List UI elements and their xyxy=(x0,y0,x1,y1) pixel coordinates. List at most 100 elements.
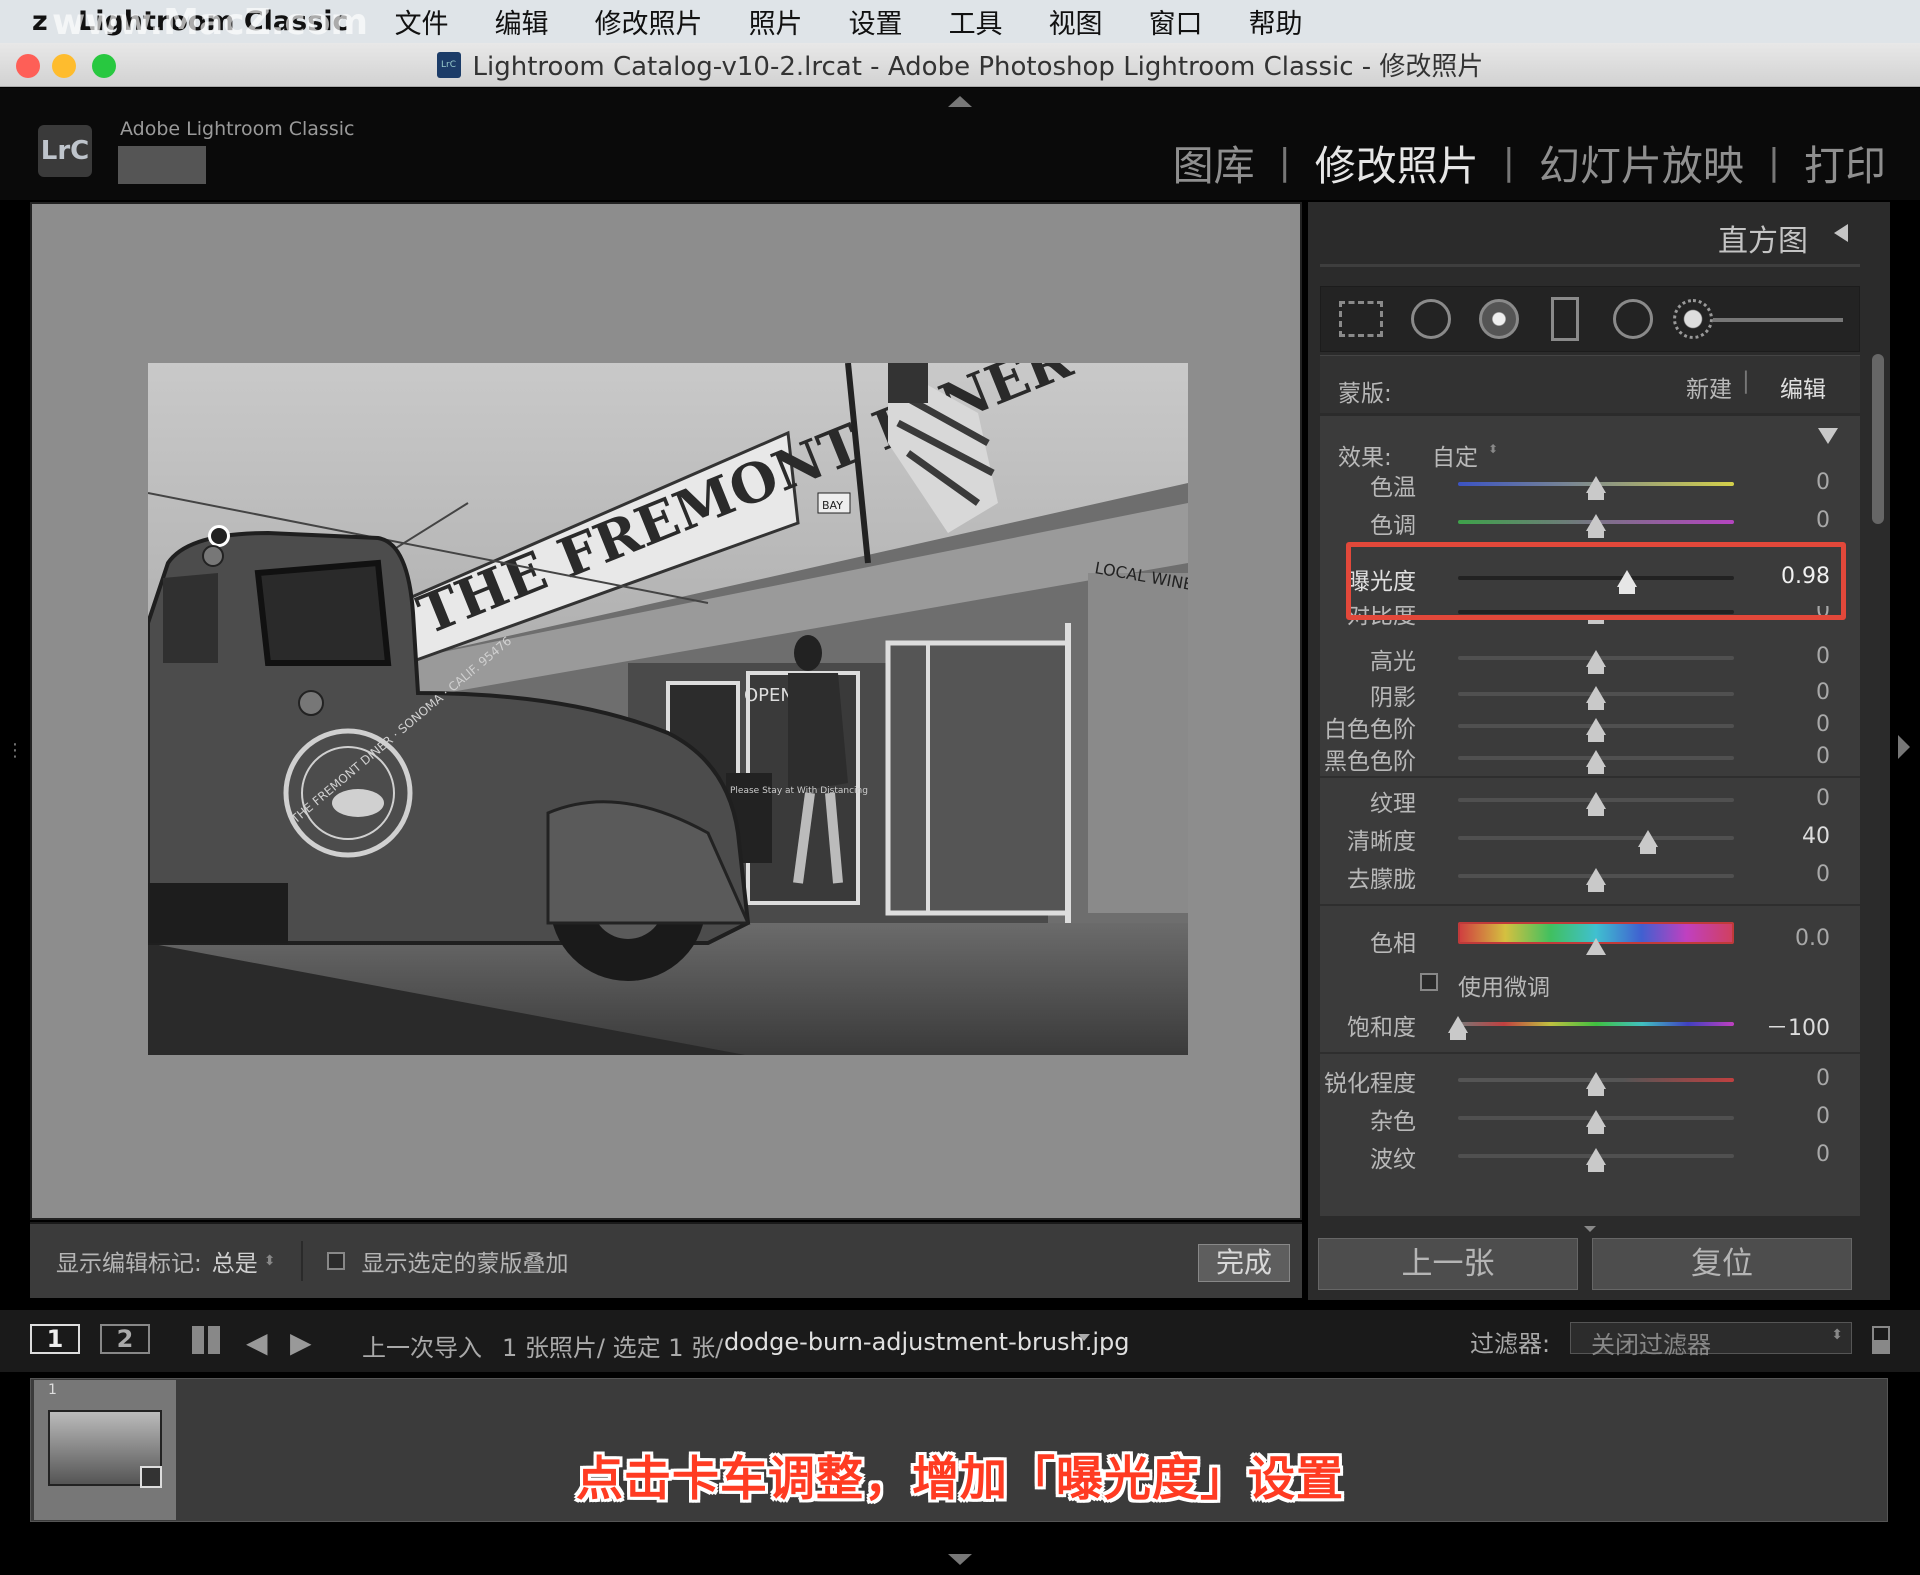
effect-panel-collapse-icon[interactable] xyxy=(1818,428,1838,444)
slider-thumb[interactable] xyxy=(1586,868,1606,885)
mask-new-button[interactable]: 新建 xyxy=(1686,370,1732,404)
menu-file[interactable]: 文件 xyxy=(395,2,449,41)
menu-edit[interactable]: 编辑 xyxy=(495,2,549,41)
slider-saturation[interactable]: 饱和度 －100 xyxy=(1320,1006,1860,1042)
slider-highlights[interactable]: 高光 0 xyxy=(1320,640,1860,676)
slider-thumb[interactable] xyxy=(1586,650,1606,667)
minimize-window-icon[interactable] xyxy=(52,54,76,78)
radial-filter-icon[interactable] xyxy=(1613,299,1653,339)
slider-thumb[interactable] xyxy=(1638,830,1658,847)
spot-removal-tool-icon[interactable] xyxy=(1411,299,1451,339)
done-button[interactable]: 完成 xyxy=(1198,1244,1290,1282)
adjustment-pin-icon[interactable] xyxy=(298,690,324,716)
slider-thumb[interactable] xyxy=(1448,1016,1468,1033)
bay-sign: BAY xyxy=(822,499,843,512)
module-develop[interactable]: 修改照片 xyxy=(1315,132,1479,192)
red-eye-tool-icon[interactable] xyxy=(1479,299,1519,339)
slider-value[interactable]: 0 xyxy=(1816,680,1830,705)
slider-hue[interactable]: 色相 0.0 xyxy=(1320,916,1860,957)
slider-clarity[interactable]: 清晰度 40 xyxy=(1320,820,1860,856)
slider-moire[interactable]: 波纹 0 xyxy=(1320,1138,1860,1174)
slider-value[interactable]: 0 xyxy=(1816,712,1830,737)
slider-dehaze[interactable]: 去朦胧 0 xyxy=(1320,858,1860,894)
histogram-collapse-icon[interactable] xyxy=(1834,224,1848,242)
slider-value[interactable]: 0 xyxy=(1816,508,1830,533)
filmstrip-source[interactable]: 上一次导入 xyxy=(362,1328,482,1363)
adjustment-pin-icon[interactable] xyxy=(202,545,224,567)
filename-dropdown-icon[interactable] xyxy=(1078,1334,1090,1341)
module-library[interactable]: 图库 xyxy=(1173,132,1255,192)
slider-value[interactable]: 0 xyxy=(1816,1142,1830,1167)
slider-value[interactable]: 0 xyxy=(1816,1066,1830,1091)
slider-value[interactable]: 0.0 xyxy=(1795,926,1830,951)
photo-preview[interactable]: THE FREMONT DINER LOCAL WINE OPEN BAY Pl… xyxy=(148,363,1188,1055)
slider-noise[interactable]: 杂色 0 xyxy=(1320,1100,1860,1136)
graduated-filter-icon[interactable] xyxy=(1551,297,1579,341)
collapse-top-panel-icon[interactable] xyxy=(948,96,972,107)
prev-arrow-icon[interactable]: ◀ xyxy=(246,1326,268,1359)
collapse-filmstrip-icon[interactable] xyxy=(948,1554,972,1565)
menu-develop[interactable]: 修改照片 xyxy=(595,2,703,41)
menu-help[interactable]: 帮助 xyxy=(1249,2,1303,41)
adjustment-pin-selected-icon[interactable] xyxy=(208,525,230,547)
next-arrow-icon[interactable]: ▶ xyxy=(290,1326,312,1359)
filmstrip-filename[interactable]: dodge-burn-adjustment-brush.jpg xyxy=(724,1328,1130,1356)
slider-value[interactable]: 0 xyxy=(1816,786,1830,811)
module-print[interactable]: 打印 xyxy=(1804,132,1886,192)
show-edit-pins-select[interactable]: 总是 xyxy=(212,1244,258,1278)
brush-size-slider[interactable] xyxy=(1713,318,1843,322)
menu-tools[interactable]: 工具 xyxy=(949,2,1003,41)
menu-window[interactable]: 窗口 xyxy=(1149,2,1203,41)
slider-track[interactable] xyxy=(1458,836,1734,840)
slider-value[interactable]: 0 xyxy=(1816,744,1830,769)
slider-blacks[interactable]: 黑色色阶 0 xyxy=(1320,740,1860,776)
close-window-icon[interactable] xyxy=(16,54,40,78)
right-panel-toggle-icon[interactable] xyxy=(1898,735,1910,759)
view-primary-button[interactable]: 1 xyxy=(30,1324,80,1354)
mask-edit-button[interactable]: 编辑 xyxy=(1780,370,1826,404)
module-separator: | xyxy=(1502,141,1515,183)
slider-value[interactable]: 0 xyxy=(1816,644,1830,669)
slider-whites[interactable]: 白色色阶 0 xyxy=(1320,708,1860,744)
menu-view[interactable]: 视图 xyxy=(1049,2,1103,41)
slider-value[interactable]: 40 xyxy=(1802,824,1830,849)
slider-thumb[interactable] xyxy=(1586,718,1606,735)
slider-value[interactable]: 0 xyxy=(1816,1104,1830,1129)
show-overlay-checkbox[interactable] xyxy=(327,1252,346,1270)
panel-scroll-down-icon[interactable] xyxy=(1584,1226,1596,1232)
slider-thumb[interactable] xyxy=(1586,792,1606,809)
slider-thumb[interactable] xyxy=(1586,476,1606,493)
view-secondary-button[interactable]: 2 xyxy=(100,1324,150,1354)
slider-value[interactable]: －100 xyxy=(1766,1010,1830,1042)
slider-thumb[interactable] xyxy=(1586,1072,1606,1089)
reset-button[interactable]: 复位 xyxy=(1592,1238,1852,1290)
slider-tint[interactable]: 色调 0 xyxy=(1320,504,1860,540)
slider-thumb[interactable] xyxy=(1586,938,1606,955)
left-panel-toggle-icon[interactable]: ⋮ xyxy=(6,740,24,761)
slider-sharpness[interactable]: 锐化程度 0 xyxy=(1320,1062,1860,1098)
grid-view-icon[interactable] xyxy=(192,1326,220,1354)
slider-thumb[interactable] xyxy=(1586,750,1606,767)
panel-scrollbar[interactable] xyxy=(1872,354,1884,524)
adjustment-brush-icon[interactable] xyxy=(1673,299,1713,339)
slider-thumb[interactable] xyxy=(1586,1110,1606,1127)
menu-settings[interactable]: 设置 xyxy=(849,2,903,41)
slider-value[interactable]: 0 xyxy=(1816,862,1830,887)
slider-shadows[interactable]: 阴影 0 xyxy=(1320,676,1860,712)
previous-button[interactable]: 上一张 xyxy=(1318,1238,1578,1290)
menu-photo[interactable]: 照片 xyxy=(749,2,803,41)
filter-select[interactable]: 关闭过滤器 ⬍ xyxy=(1570,1322,1852,1359)
filter-lock-icon[interactable] xyxy=(1872,1326,1890,1354)
slider-value[interactable]: 0 xyxy=(1816,470,1830,495)
module-slideshow[interactable]: 幻灯片放映 xyxy=(1539,132,1744,192)
slider-track[interactable] xyxy=(1458,1022,1734,1026)
zoom-window-icon[interactable] xyxy=(92,54,116,78)
slider-thumb[interactable] xyxy=(1586,1148,1606,1165)
slider-texture[interactable]: 纹理 0 xyxy=(1320,782,1860,818)
fine-tune-checkbox[interactable] xyxy=(1420,973,1438,991)
crop-tool-icon[interactable] xyxy=(1339,301,1383,337)
histogram-header[interactable]: 直方图 xyxy=(1308,202,1890,262)
slider-temp[interactable]: 色温 0 xyxy=(1320,466,1860,502)
slider-thumb[interactable] xyxy=(1586,686,1606,703)
slider-thumb[interactable] xyxy=(1586,514,1606,531)
